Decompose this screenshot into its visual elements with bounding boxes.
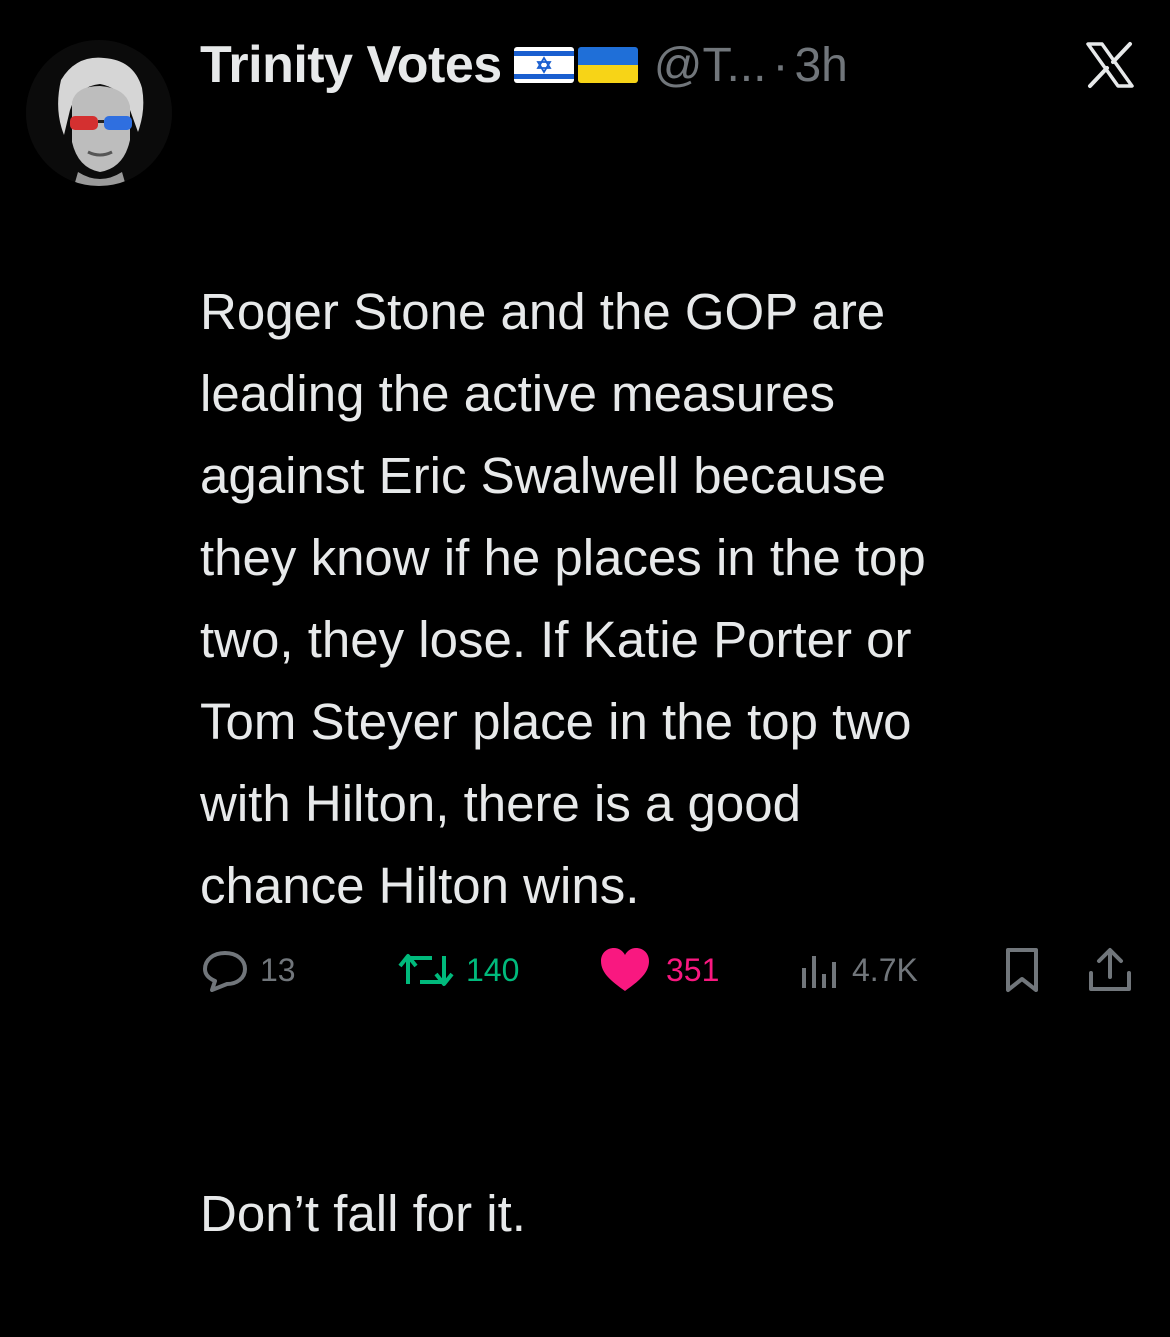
share-button[interactable] (1085, 935, 1135, 1005)
retweet-icon (398, 954, 454, 986)
display-name[interactable]: Trinity Votes (200, 35, 502, 95)
ukraine-flag-icon (577, 47, 638, 83)
tweet-paragraph: Don’t fall for it. (200, 1185, 526, 1242)
heart-icon (601, 948, 649, 991)
views-button[interactable]: 4.7K (798, 935, 918, 1005)
reply-button[interactable]: 13 (200, 935, 296, 1005)
reply-icon (203, 951, 247, 992)
x-logo-icon (1080, 40, 1140, 90)
action-bar: 13 140 351 4.7K (200, 935, 1150, 1005)
tweet-text: Roger Stone and the GOP are leading the … (200, 107, 1150, 1337)
timestamp[interactable]: 3h (794, 38, 847, 93)
like-count: 351 (666, 951, 720, 988)
bookmark-button[interactable] (1000, 935, 1044, 1005)
avatar-image (26, 40, 172, 186)
retweet-button[interactable]: 140 (396, 935, 519, 1005)
tweet-paragraph: Roger Stone and the GOP are leading the … (200, 283, 926, 914)
reply-count: 13 (260, 951, 296, 988)
like-button[interactable]: 351 (598, 935, 719, 1005)
retweet-count: 140 (466, 951, 520, 988)
user-handle[interactable]: @T... (654, 38, 767, 93)
tweet-header: Trinity Votes @T... · 3h (200, 30, 1160, 100)
views-icon (802, 956, 836, 988)
views-count: 4.7K (852, 951, 918, 988)
avatar[interactable] (26, 40, 172, 186)
share-icon (1089, 948, 1131, 991)
bookmark-icon (1006, 948, 1038, 992)
header-separator: · (772, 38, 789, 92)
israel-flag-icon (513, 47, 574, 83)
